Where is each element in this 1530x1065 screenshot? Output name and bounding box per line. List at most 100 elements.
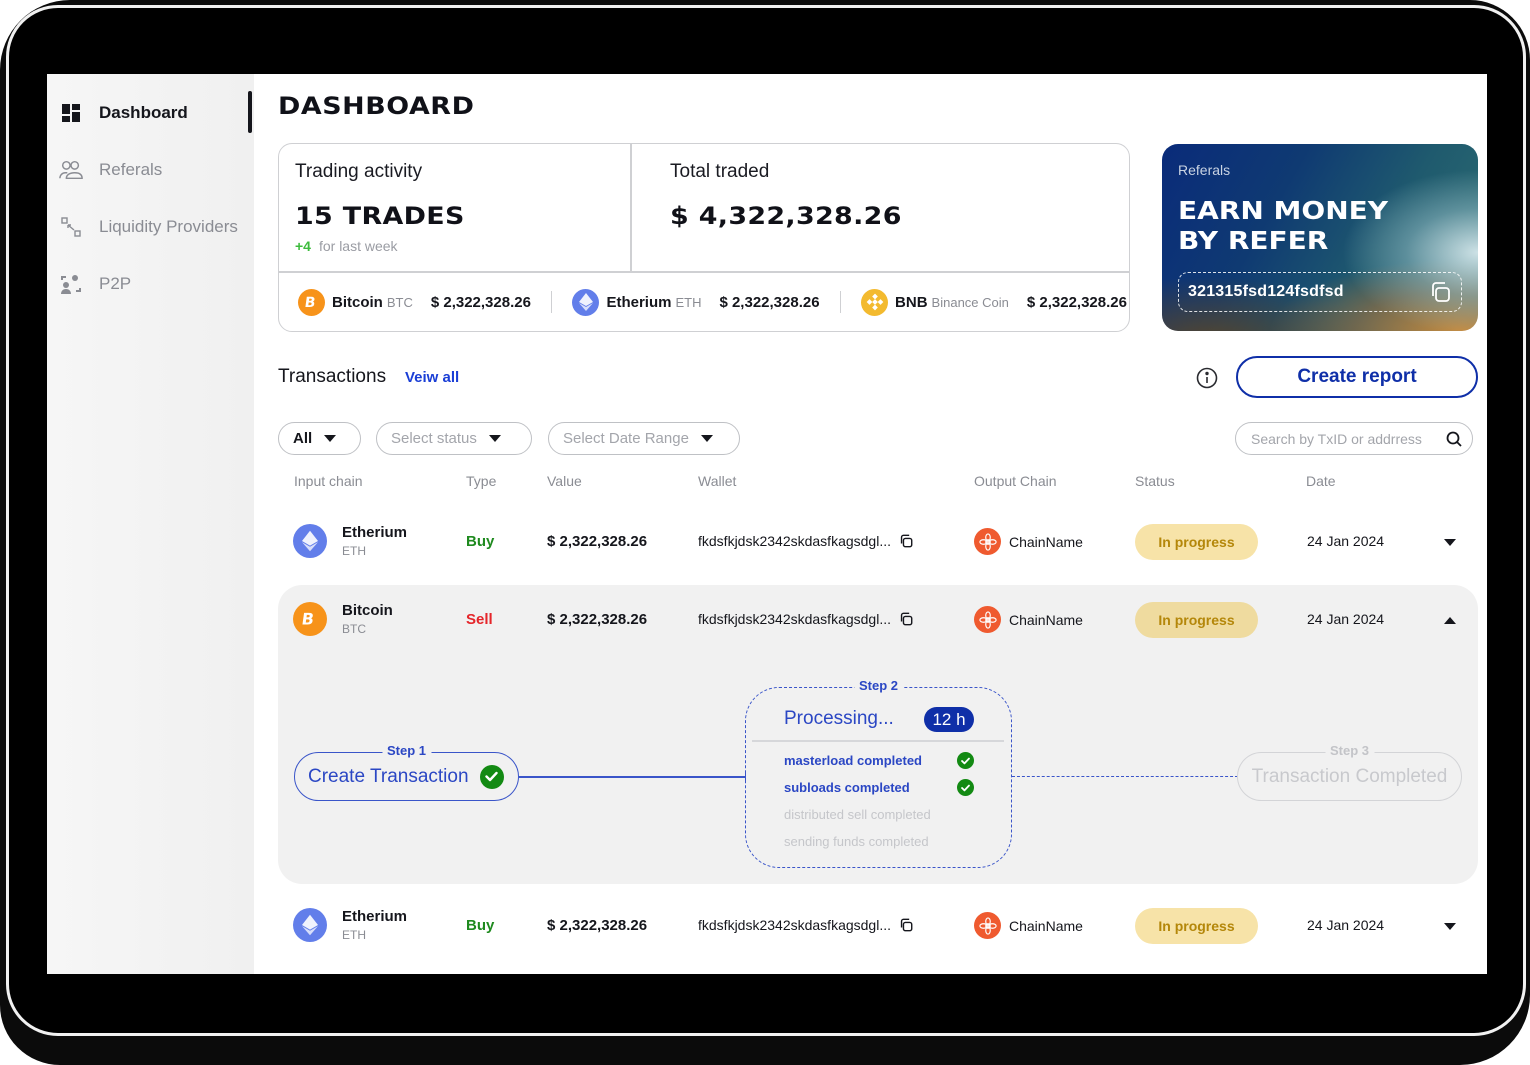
svg-text:B: B (305, 295, 317, 310)
referral-code-box[interactable]: 321315fsd124fsdfsd (1178, 272, 1462, 312)
coin-name: BNB (895, 293, 928, 311)
output-chain-name: ChainName (1009, 917, 1083, 934)
table-row-expanded[interactable]: B Bitcoin BTC Sell $ 2,322,328.26 fkdsfk… (278, 585, 1478, 884)
coin-summary-bnb: BNB Binance Coin $ 2,322,328.26 (861, 288, 1127, 316)
status-cell: In progress (1135, 524, 1258, 560)
search-field[interactable] (1235, 422, 1473, 455)
referral-card: Referals EARN MONEY BY REFER 321315fsd12… (1162, 144, 1478, 331)
column-header-output-chain: Output Chain (974, 473, 1057, 489)
step-label: Step 3 (1324, 743, 1375, 758)
expand-row-button[interactable] (1440, 916, 1460, 936)
status-cell: In progress (1135, 602, 1258, 638)
wallet-cell: fkdsfkjdsk2342skdasfkagsdgl... (698, 611, 913, 627)
search-icon[interactable] (1446, 431, 1462, 447)
users-icon (59, 158, 83, 182)
referral-headline-line: BY REFER (1178, 226, 1329, 255)
copy-icon[interactable] (899, 534, 913, 548)
type-cell: Buy (466, 917, 495, 934)
table-row[interactable]: Etherium ETH Buy $ 2,322,328.26 fkdsfkjd… (278, 891, 1478, 961)
status-filter-dropdown[interactable]: Select status (376, 422, 532, 455)
coin-summary-ethereum: Etherium ETH $ 2,322,328.26 (572, 288, 820, 316)
copy-icon[interactable] (899, 612, 913, 626)
step-title: Transaction Completed (1251, 765, 1448, 787)
input-chain-ticker: BTC (342, 622, 366, 636)
page-title: DASHBOARD (278, 92, 475, 120)
output-chain-cell: ChainName (974, 912, 1083, 939)
column-header-status: Status (1135, 473, 1175, 489)
wallet-cell: fkdsfkjdsk2342skdasfkagsdgl... (698, 917, 913, 933)
wallet-address: fkdsfkjdsk2342skdasfkagsdgl... (698, 611, 891, 627)
sidebar-item-label: Dashboard (99, 103, 188, 122)
coin-ticker: Binance Coin (931, 294, 1009, 310)
sidebar-item-label: P2P (99, 274, 132, 293)
step-label: Step 2 (853, 678, 904, 693)
search-input[interactable] (1251, 430, 1441, 447)
column-header-date: Date (1306, 473, 1336, 489)
progress-step-2: Step 2 Processing... 12 h masterload com… (745, 678, 1012, 868)
sidebar-item-p2p[interactable]: P2P (59, 269, 131, 299)
svg-text:B: B (302, 610, 315, 629)
ethereum-icon (293, 524, 327, 558)
referral-label: Referals (1178, 162, 1231, 178)
input-chain-cell: Etherium ETH (293, 908, 407, 942)
column-header-value: Value (547, 473, 582, 489)
wallet-cell: fkdsfkjdsk2342skdasfkagsdgl... (698, 533, 913, 549)
referral-code: 321315fsd124fsdfsd (1188, 283, 1344, 300)
eta-badge: 12 h (924, 707, 974, 732)
expand-row-button[interactable] (1440, 532, 1460, 552)
collapse-row-button[interactable] (1440, 610, 1460, 630)
substep-label: subloads completed (784, 780, 910, 795)
chevron-down-icon (324, 435, 337, 442)
substep-label: masterload completed (784, 753, 922, 768)
sidebar-item-dashboard[interactable]: Dashboard (59, 98, 188, 128)
referral-headline: EARN MONEY BY REFER (1178, 196, 1388, 256)
chevron-down-icon (1444, 538, 1456, 546)
trading-activity-delta-caption: for last week (318, 238, 398, 254)
step-label: Step 1 (381, 743, 432, 758)
check-circle-icon (479, 764, 504, 789)
coin-name: Bitcoin (332, 293, 383, 311)
status-badge: In progress (1135, 908, 1258, 944)
divider (752, 740, 1004, 742)
ethereum-icon (572, 288, 600, 316)
info-icon[interactable] (1195, 366, 1219, 390)
input-chain-name: Etherium (342, 908, 408, 925)
sidebar-item-referals[interactable]: Referals (59, 155, 162, 185)
date-range-dropdown[interactable]: Select Date Range (548, 422, 740, 455)
chain-flower-icon (974, 528, 1001, 555)
coin-summary-bitcoin: B Bitcoin BTC $ 2,322,328.26 (298, 288, 531, 316)
substep-label: sending funds completed (784, 834, 929, 849)
column-header-type: Type (466, 473, 497, 489)
divider (550, 291, 553, 313)
date-cell: 24 Jan 2024 (1307, 611, 1385, 627)
sidebar: Dashboard Referals Liquidity Providers P… (47, 74, 254, 974)
coin-value: $ 2,322,328.26 (430, 293, 531, 311)
copy-icon[interactable] (899, 918, 913, 932)
substep-label: distributed sell completed (784, 807, 931, 822)
input-chain-name: Bitcoin (342, 602, 393, 619)
type-filter-dropdown[interactable]: All (278, 422, 361, 455)
output-chain-name: ChainName (1009, 533, 1083, 550)
value-cell: $ 2,322,328.26 (547, 917, 648, 934)
sidebar-active-indicator (248, 91, 252, 133)
wallet-address: fkdsfkjdsk2342skdasfkagsdgl... (698, 917, 891, 933)
step-title: Create Transaction (308, 765, 469, 787)
status-filter-placeholder: Select status (391, 430, 477, 447)
chevron-down-icon (700, 435, 713, 442)
divider (839, 291, 842, 313)
table-row[interactable]: Etherium ETH Buy $ 2,322,328.26 fkdsfkjd… (278, 507, 1478, 577)
sidebar-item-liquidity-providers[interactable]: Liquidity Providers (59, 212, 238, 242)
referral-headline-line: EARN MONEY (1178, 196, 1389, 225)
divider (630, 144, 632, 271)
coin-ticker: ETH (675, 294, 702, 310)
nodes-icon (59, 215, 83, 239)
progress-step-3: Step 3 Transaction Completed (1237, 743, 1462, 801)
progress-step-1: Step 1 Create Transaction (294, 743, 519, 801)
step-title: Processing... (784, 708, 894, 729)
date-cell: 24 Jan 2024 (1307, 533, 1385, 549)
copy-icon[interactable] (1429, 281, 1451, 303)
view-all-link[interactable]: Veiw all (405, 369, 459, 386)
transactions-title: Transactions (278, 366, 387, 387)
type-cell: Sell (466, 611, 493, 628)
create-report-button[interactable]: Create report (1236, 356, 1478, 398)
